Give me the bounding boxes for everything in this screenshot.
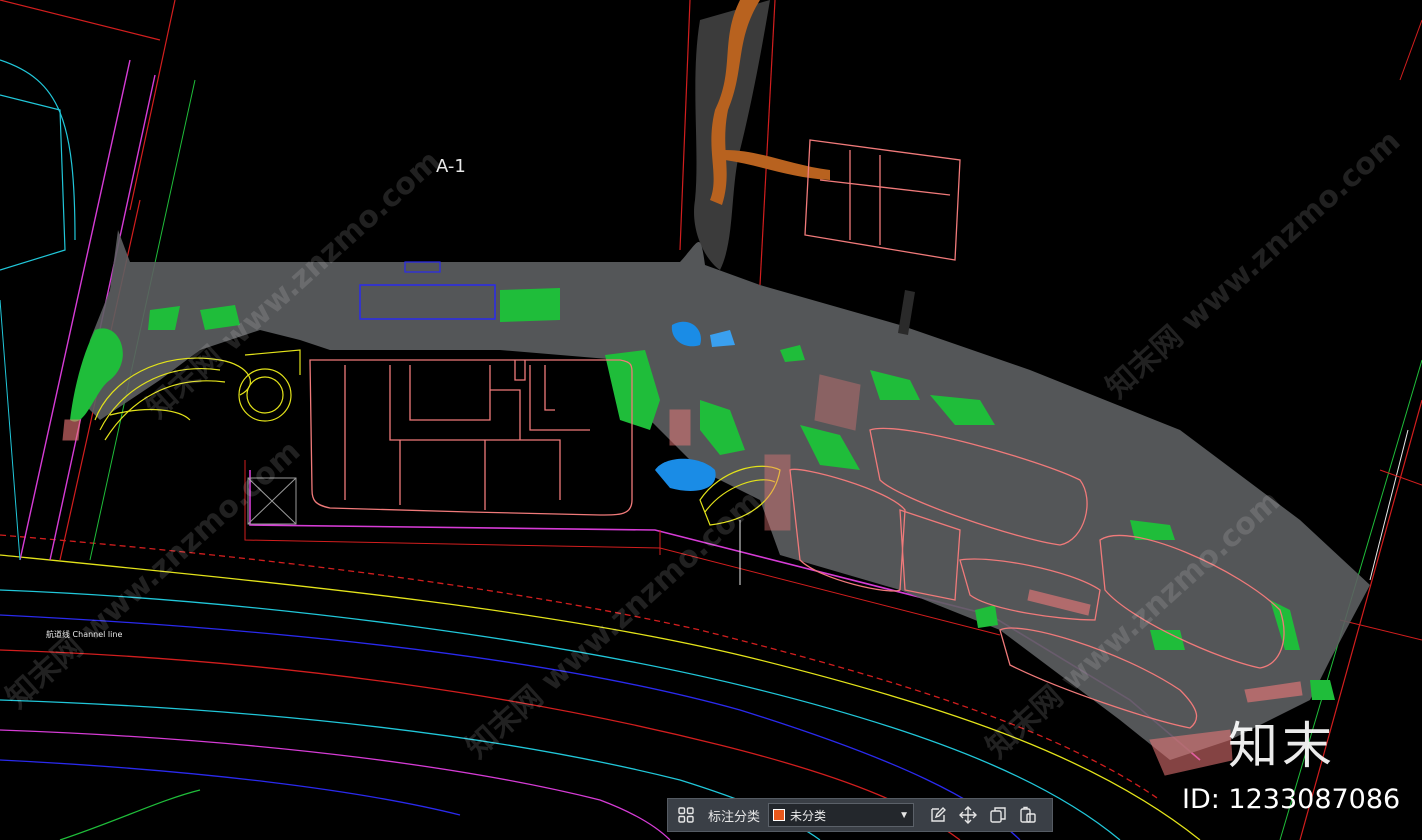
- resource-id: ID: 1233087086: [1182, 784, 1401, 815]
- category-color-swatch: [773, 809, 786, 821]
- move-icon[interactable]: [956, 803, 980, 827]
- grid-icon[interactable]: [674, 803, 698, 827]
- copy-icon[interactable]: [986, 803, 1010, 827]
- parcel-label: A-1: [436, 156, 466, 177]
- brand-logo: 知末: [1228, 717, 1336, 775]
- category-select[interactable]: 未分类 ▼: [768, 803, 915, 827]
- category-selected-value: 未分类: [790, 808, 827, 823]
- category-label: 标注分类: [708, 808, 761, 824]
- chevron-down-icon: ▼: [899, 809, 910, 821]
- annotation-toolbar: 标注分类 未分类 ▼: [667, 798, 1053, 832]
- terrain-path-2: [725, 150, 830, 180]
- paste-icon[interactable]: [1016, 803, 1040, 827]
- access-road: [898, 290, 915, 335]
- edit-icon[interactable]: [926, 803, 950, 827]
- service-box: [247, 477, 297, 525]
- cad-drawing-canvas[interactable]: [0, 0, 1422, 840]
- channel-line-label: 航道线 Channel line: [46, 630, 123, 639]
